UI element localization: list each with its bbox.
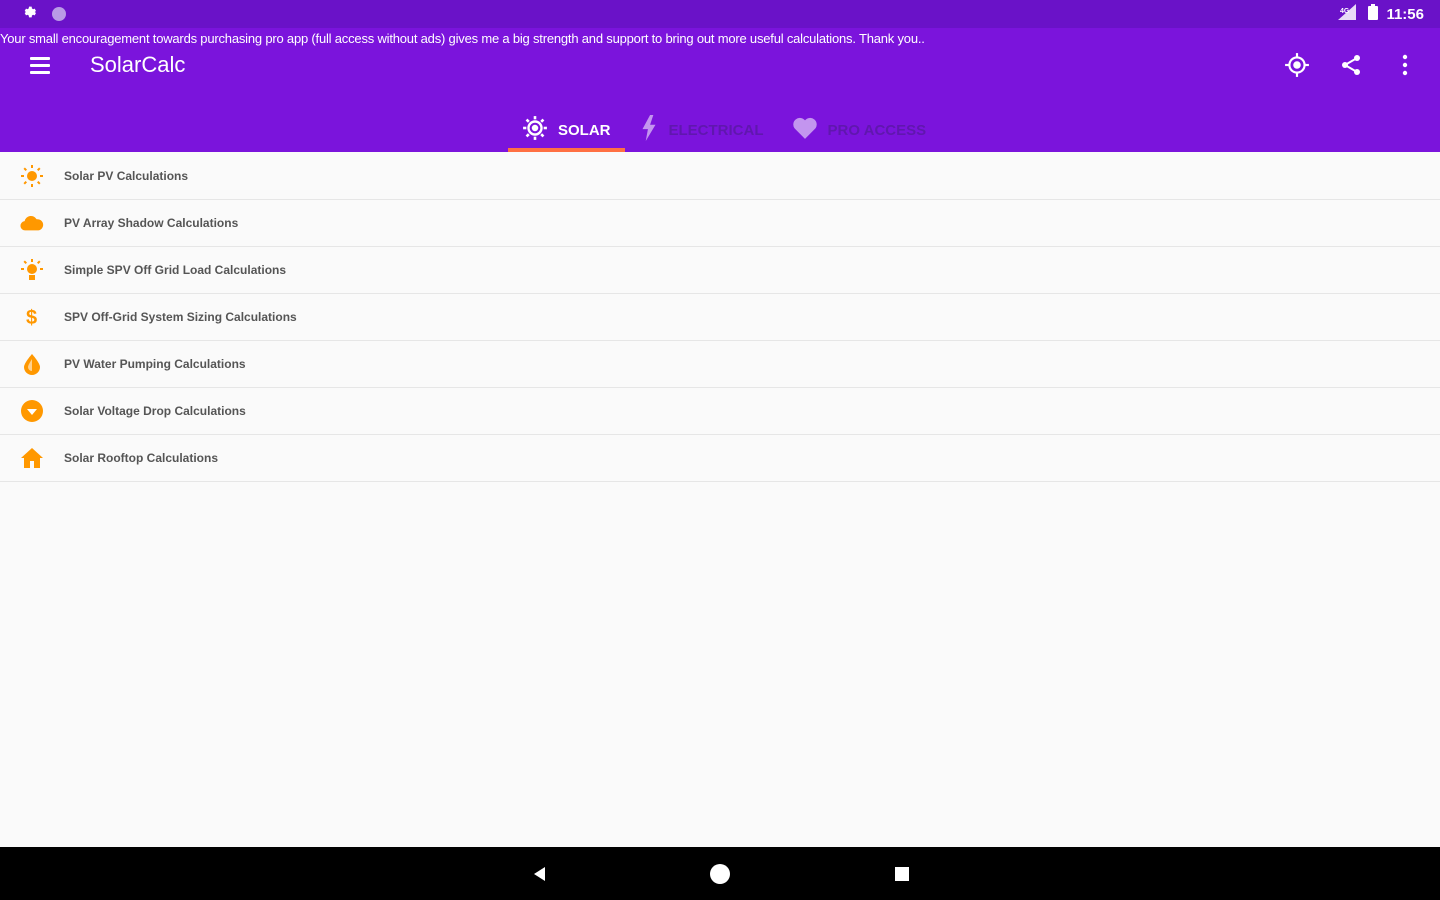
list-item-label: Simple SPV Off Grid Load Calculations [64,263,287,277]
settings-icon [22,4,38,25]
share-icon[interactable] [1338,52,1364,78]
signal-icon: 4G [1338,4,1360,24]
tab-bar: SOLAR ELECTRICAL PRO ACCESS [508,108,940,152]
list-item-solar-pv[interactable]: Solar PV Calculations [0,153,1440,200]
cloud-icon [20,211,44,235]
back-icon[interactable] [528,863,550,885]
battery-icon [1368,4,1379,24]
list-item-pv-array-shadow[interactable]: PV Array Shadow Calculations [0,200,1440,247]
calculations-list: Solar PV Calculations PV Array Shadow Ca… [0,153,1440,482]
heart-icon [792,116,818,144]
tab-solar-label: SOLAR [558,121,611,139]
svg-text:4G: 4G [1340,8,1350,15]
svg-text:$: $ [26,307,37,328]
list-item-label: PV Water Pumping Calculations [64,357,246,371]
tab-electrical[interactable]: ELECTRICAL [625,108,778,152]
sun-load-icon [20,258,44,282]
list-item-spv-system-sizing[interactable]: $ SPV Off-Grid System Sizing Calculation… [0,294,1440,341]
water-drop-icon [20,352,44,376]
home-icon [20,446,44,470]
dollar-icon: $ [20,305,44,329]
list-item-label: Solar Voltage Drop Calculations [64,404,246,418]
tab-pro-access-label: PRO ACCESS [827,121,927,139]
list-item-label: SPV Off-Grid System Sizing Calculations [64,310,297,324]
more-vert-icon[interactable] [1392,52,1418,78]
list-item-simple-spv-load[interactable]: Simple SPV Off Grid Load Calculations [0,247,1440,294]
circle-icon [52,7,66,21]
sun-icon [20,164,44,188]
sun-gear-icon [522,115,548,145]
list-item-solar-rooftop[interactable]: Solar Rooftop Calculations [0,435,1440,482]
screen: 4G 11:56 Your small encouragement toward… [0,0,1440,900]
app-bar: Your small encouragement towards purchas… [0,28,1440,152]
list-item-label: PV Array Shadow Calculations [64,216,239,230]
list-item-pv-water-pumping[interactable]: PV Water Pumping Calculations [0,341,1440,388]
menu-icon[interactable] [30,53,54,77]
home-button-icon[interactable] [709,863,731,885]
status-bar: 4G 11:56 [0,0,1440,28]
voltage-drop-icon [20,399,44,423]
tab-electrical-label: ELECTRICAL [668,121,764,139]
app-title: SolarCalc [90,52,186,77]
list-item-label: Solar PV Calculations [64,169,189,183]
toolbar: SolarCalc [0,46,1440,84]
list-item-solar-voltage-drop[interactable]: Solar Voltage Drop Calculations [0,388,1440,435]
recents-icon[interactable] [891,863,913,885]
gps-icon[interactable] [1284,52,1310,78]
lightning-icon [639,115,659,145]
tab-solar[interactable]: SOLAR [508,108,625,152]
list-item-label: Solar Rooftop Calculations [64,451,219,465]
tab-pro-access[interactable]: PRO ACCESS [778,108,941,152]
status-time: 11:56 [1386,5,1424,23]
navigation-bar [0,847,1440,900]
